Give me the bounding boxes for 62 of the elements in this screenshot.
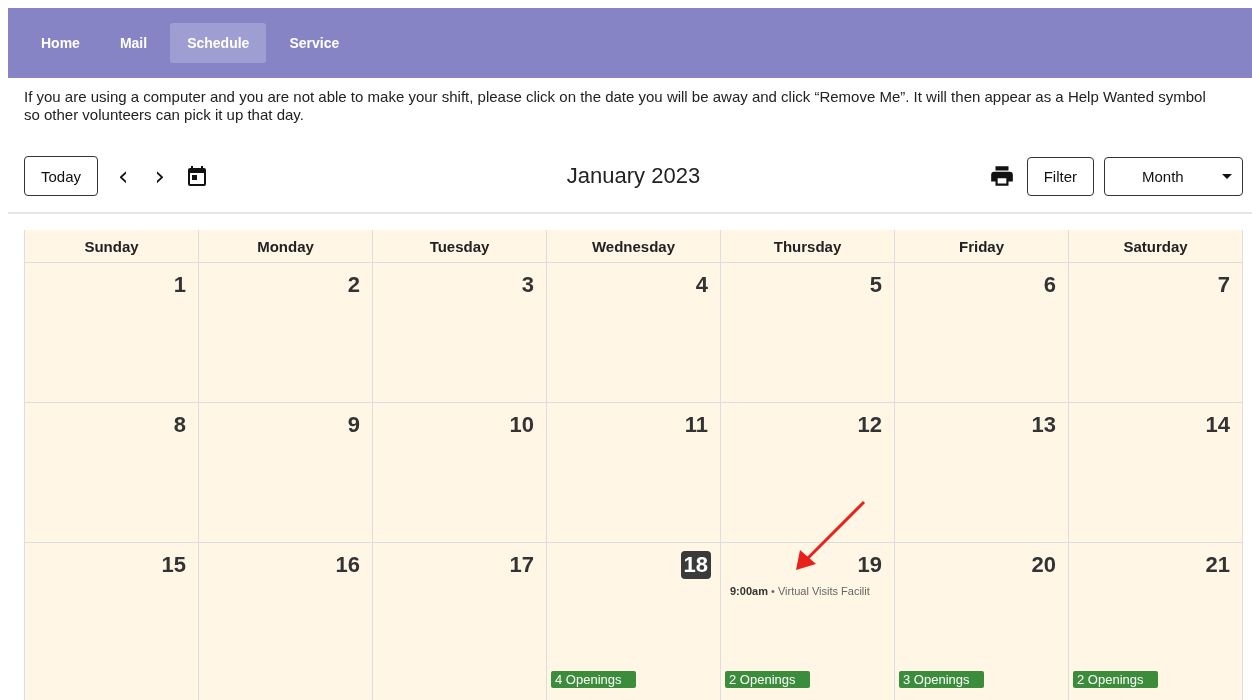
day-number: 11: [683, 411, 709, 439]
next-button[interactable]: ›: [148, 163, 171, 189]
day-number: 17: [508, 551, 535, 579]
day-cell[interactable]: 13: [895, 403, 1069, 543]
day-number: 19: [856, 551, 883, 579]
day-cell[interactable]: 14: [1069, 403, 1243, 543]
day-cell[interactable]: 10: [373, 403, 547, 543]
day-number: 10: [508, 411, 535, 439]
day-number: 8: [172, 411, 187, 439]
day-cell[interactable]: 17: [373, 543, 547, 700]
print-icon[interactable]: [988, 163, 1015, 189]
month-title: January 2023: [566, 163, 701, 189]
day-number: 14: [1204, 411, 1231, 439]
day-cell[interactable]: 20 3 Openings: [895, 543, 1069, 700]
openings-tag[interactable]: 4 Openings: [551, 671, 636, 688]
day-cell[interactable]: 3: [373, 263, 547, 403]
day-number: 5: [868, 271, 883, 299]
weekday-header: Wednesday: [547, 230, 721, 263]
day-number: 7: [1216, 271, 1231, 299]
day-cell[interactable]: 12: [721, 403, 895, 543]
day-number: 2: [346, 271, 361, 299]
day-number: 18: [680, 551, 711, 579]
day-cell[interactable]: 21 2 Openings: [1069, 543, 1243, 700]
day-cell[interactable]: 4: [547, 263, 721, 403]
openings-tag[interactable]: 2 Openings: [1073, 671, 1158, 688]
weekday-header: Saturday: [1069, 230, 1243, 263]
day-number: 9: [346, 411, 361, 439]
event-entry[interactable]: 9:00am • Virtual Visits Facilit: [730, 585, 885, 597]
day-cell[interactable]: 11: [547, 403, 721, 543]
day-number: 13: [1030, 411, 1057, 439]
day-cell[interactable]: 15: [25, 543, 199, 700]
day-number: 6: [1042, 271, 1057, 299]
day-number: 20: [1030, 551, 1057, 579]
day-number: 16: [334, 551, 361, 579]
day-cell[interactable]: 7: [1069, 263, 1243, 403]
day-number: 3: [520, 271, 535, 299]
openings-tag[interactable]: 2 Openings: [725, 671, 810, 688]
day-cell[interactable]: 1: [25, 263, 199, 403]
day-cell[interactable]: 6: [895, 263, 1069, 403]
previous-button[interactable]: ‹: [112, 163, 135, 189]
today-button[interactable]: Today: [24, 156, 99, 196]
weekday-header: Sunday: [25, 230, 199, 263]
filter-button[interactable]: Filter: [1026, 156, 1094, 196]
caret-icon: [1222, 173, 1232, 179]
day-number: 21: [1204, 551, 1231, 579]
weekday-header: Monday: [199, 230, 373, 263]
openings-tag[interactable]: 3 Openings: [899, 671, 984, 688]
day-number: 15: [160, 551, 187, 579]
weekday-header: Friday: [895, 230, 1069, 263]
day-number: 1: [172, 271, 187, 299]
day-cell[interactable]: 8: [25, 403, 199, 543]
view-dropdown[interactable]: Month: [1104, 156, 1243, 196]
instruction-text: If you are using a computer and you are not able to make your shift, please click on the date you will be away and click “Remove Me”. It will then appear as a Help Wanted symbol so other volunteers can pick it up that day.: [24, 88, 1207, 124]
day-cell[interactable]: 9: [199, 403, 373, 543]
day-cell[interactable]: 5: [721, 263, 895, 403]
weekday-header: Thursday: [721, 230, 895, 263]
day-number: 12: [856, 411, 883, 439]
weekday-header: Tuesday: [373, 230, 547, 263]
day-number: 4: [694, 271, 709, 299]
day-cell[interactable]: 18 4 Openings: [547, 543, 721, 700]
day-cell[interactable]: 2: [199, 263, 373, 403]
day-cell[interactable]: 16: [199, 543, 373, 700]
